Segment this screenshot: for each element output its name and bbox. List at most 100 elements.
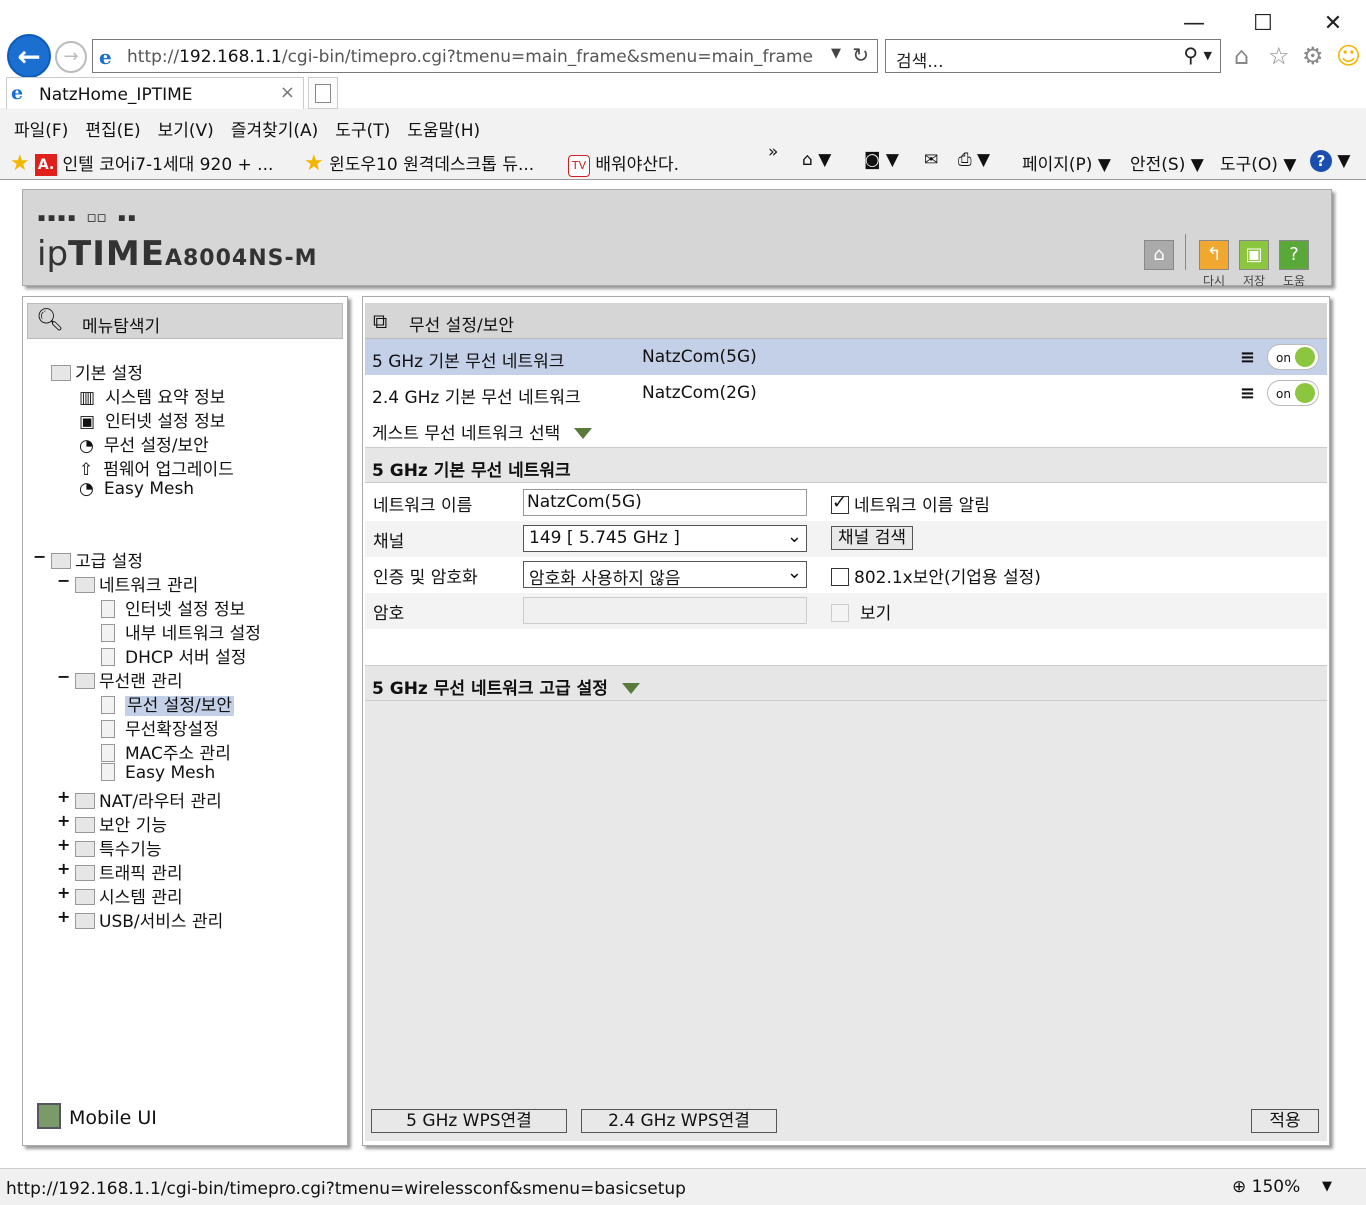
menu-view[interactable]: 보기(V)	[158, 116, 214, 141]
wps-5ghz-button[interactable]: 5 GHz WPS연결	[371, 1109, 567, 1133]
toggle-24ghz[interactable]: on	[1267, 380, 1319, 406]
network-row-24ghz[interactable]: 2.4 GHz 기본 무선 네트워크 NatzCom(2G) ≡ on	[365, 375, 1327, 411]
dot1x-checkbox[interactable]: 802.1x보안(기업용 설정)	[831, 563, 1041, 588]
filter-icon[interactable]: ≡	[1240, 347, 1255, 368]
show-password-checkbox[interactable]: 보기	[831, 599, 891, 624]
tree-system-management[interactable]: 시스템 관리	[75, 883, 183, 908]
close-button[interactable]: ✕	[1319, 10, 1347, 38]
tree-wireless-security[interactable]: ◔ 무선 설정/보안	[79, 431, 209, 456]
favorite-item-2[interactable]: ★ 윈도우10 원격데스크톱 듀...	[304, 150, 534, 176]
channel-search-button[interactable]: 채널 검색	[831, 526, 913, 550]
help-dropdown[interactable]: ? ▼	[1310, 150, 1350, 172]
menu-edit[interactable]: 편집(E)	[85, 116, 140, 141]
menu-tools[interactable]: 도구(T)	[335, 116, 390, 141]
search-icon[interactable]: ⚲	[1183, 43, 1198, 67]
collapse-network-icon[interactable]: −	[57, 571, 70, 590]
help-button[interactable]: ?	[1279, 240, 1309, 270]
password-input[interactable]	[523, 597, 807, 624]
home-dropdown[interactable]: ⌂ ▼	[802, 150, 831, 170]
tree-nat-router[interactable]: NAT/라우터 관리	[75, 787, 222, 812]
address-bar[interactable]: e http://192.168.1.1/cgi-bin/timepro.cgi…	[92, 39, 878, 73]
address-dropdown-icon[interactable]: ▼	[831, 46, 841, 61]
mobile-phone-icon	[37, 1103, 61, 1129]
print-dropdown[interactable]: ⎙ ▼	[958, 150, 990, 170]
expand-security-icon[interactable]: +	[57, 811, 70, 830]
expand-special-icon[interactable]: +	[57, 835, 70, 854]
tree-internet-settings[interactable]: 인터넷 설정 정보	[101, 595, 245, 620]
mail-icon[interactable]: ✉	[924, 150, 938, 170]
favorite-item-3[interactable]: TV 배워야산다.	[568, 150, 679, 177]
tab-close-icon[interactable]: ×	[280, 82, 295, 103]
tree-network-management[interactable]: 네트워크 관리	[75, 571, 198, 596]
tree-usb-services[interactable]: USB/서비스 관리	[75, 907, 223, 932]
filter-icon[interactable]: ≡	[1240, 383, 1255, 404]
tree-internal-network[interactable]: 내부 네트워크 설정	[101, 619, 261, 644]
browser-tab[interactable]: e NatzHome_IPTIME ×	[6, 77, 304, 109]
tree-wireless-management[interactable]: 무선랜 관리	[75, 667, 183, 692]
feeds-dropdown[interactable]: ◙ ▼	[864, 150, 899, 170]
tree-security[interactable]: 보안 기능	[75, 811, 167, 836]
tree-traffic[interactable]: 트래픽 관리	[75, 859, 183, 884]
save-button[interactable]: ▣	[1239, 240, 1269, 270]
safety-menu[interactable]: 안전(S) ▼	[1130, 150, 1204, 175]
printer-icon: ⎙	[958, 150, 972, 170]
menu-help[interactable]: 도움말(H)	[407, 116, 480, 141]
window-icon: ⧉	[373, 309, 388, 333]
tree-advanced-settings[interactable]: 고급 설정	[51, 547, 143, 572]
reload-button[interactable]: ↰	[1199, 240, 1229, 270]
tree-firmware-upgrade[interactable]: ⇧ 펌웨어 업그레이드	[79, 455, 234, 480]
channel-select[interactable]: 149 [ 5.745 GHz ] ⌄	[523, 525, 807, 552]
collapse-advanced-icon[interactable]: −	[33, 547, 46, 566]
menu-file[interactable]: 파일(F)	[14, 116, 68, 141]
save-label: 저장	[1243, 274, 1266, 288]
back-button[interactable]: ←	[7, 34, 51, 78]
collapse-wireless-icon[interactable]: −	[57, 667, 70, 686]
page-icon	[101, 720, 115, 738]
mobile-ui-link[interactable]: Mobile UI	[37, 1103, 157, 1129]
apply-button[interactable]: 적용	[1251, 1109, 1319, 1133]
tree-wireless-settings-selected[interactable]: 무선 설정/보안	[101, 691, 234, 716]
home-button[interactable]: ⌂	[1144, 240, 1174, 270]
tools-menu[interactable]: 도구(O) ▼	[1220, 150, 1296, 175]
expand-nat-icon[interactable]: +	[57, 787, 70, 806]
more-favorites-icon[interactable]: »	[768, 142, 778, 162]
refresh-icon[interactable]: ↻	[852, 43, 869, 67]
tree-system-summary[interactable]: ▥ 시스템 요약 정보	[79, 383, 225, 408]
zoom-level[interactable]: ⊕ 150%	[1232, 1177, 1300, 1197]
expand-usb-icon[interactable]: +	[57, 907, 70, 926]
tree-dhcp-server[interactable]: DHCP 서버 설정	[101, 643, 246, 668]
new-tab-button[interactable]	[308, 77, 338, 109]
address-url[interactable]: http://192.168.1.1/cgi-bin/timepro.cgi?t…	[127, 47, 813, 67]
zoom-dropdown-icon[interactable]: ▼	[1322, 1179, 1332, 1194]
guest-network-select[interactable]: 게스트 무선 네트워크 선택	[365, 411, 1327, 447]
tree-special-features[interactable]: 특수기능	[75, 835, 162, 860]
tree-wireless-extension[interactable]: 무선확장설정	[101, 715, 219, 740]
auth-select[interactable]: 암호화 사용하지 않음 ⌄	[523, 561, 807, 589]
tree-internet-info[interactable]: ▣ 인터넷 설정 정보	[79, 407, 225, 432]
minimize-button[interactable]: —	[1180, 10, 1208, 38]
expand-traffic-icon[interactable]: +	[57, 859, 70, 878]
toggle-5ghz[interactable]: on	[1267, 344, 1319, 370]
favorites-star-icon[interactable]: ☆	[1268, 42, 1290, 70]
advanced-settings-header[interactable]: 5 GHz 무선 네트워크 고급 설정	[365, 665, 1327, 701]
gear-icon[interactable]: ⚙	[1302, 42, 1324, 70]
expand-system-icon[interactable]: +	[57, 883, 70, 902]
wps-24ghz-button[interactable]: 2.4 GHz WPS연결	[581, 1109, 777, 1133]
page-menu[interactable]: 페이지(P) ▼	[1022, 150, 1111, 175]
tree-wireless-easy-mesh[interactable]: Easy Mesh	[101, 763, 215, 783]
advanced-settings-area	[365, 701, 1327, 1141]
tree-mac-management[interactable]: MAC주소 관리	[101, 739, 231, 764]
smiley-icon[interactable]: ☺	[1336, 42, 1361, 70]
search-box[interactable]: 검색... ⚲ ▼	[885, 39, 1221, 73]
maximize-button[interactable]: ☐	[1249, 10, 1277, 38]
tree-basic-settings[interactable]: 기본 설정	[51, 359, 143, 384]
search-dropdown-icon[interactable]: ▼	[1204, 49, 1212, 62]
network-row-5ghz[interactable]: 5 GHz 기본 무선 네트워크 NatzCom(5G) ≡ on	[365, 339, 1327, 375]
tree-easy-mesh[interactable]: ◔ Easy Mesh	[79, 479, 194, 499]
favorite-item-1[interactable]: ★ A. 인텔 코어i7-1세대 920 + ...	[10, 150, 273, 176]
network-name-input[interactable]: NatzCom(5G)	[523, 489, 807, 516]
menu-favorites[interactable]: 즐겨찾기(A)	[231, 116, 318, 141]
broadcast-ssid-checkbox[interactable]: 네트워크 이름 알림	[831, 491, 990, 516]
forward-button[interactable]: →	[55, 41, 87, 73]
home-icon[interactable]: ⌂	[1234, 42, 1249, 70]
